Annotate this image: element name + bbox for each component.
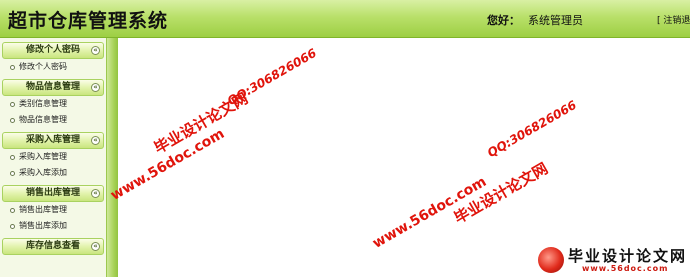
greeting-label: 您好：: [487, 14, 520, 27]
collapse-icon[interactable]: «: [91, 242, 100, 251]
app-window: 超市仓库管理系统 您好： 系统管理员 [ 注销退出 修改个人密码 « 修改个人密…: [0, 0, 690, 277]
logo-url: www.56doc.com: [582, 264, 669, 273]
collapse-icon[interactable]: «: [91, 46, 100, 55]
menu-group-inventory: 库存信息查看 «: [0, 238, 106, 255]
menu-group-goods: 物品信息管理 « 类别信息管理 物品信息管理: [0, 79, 106, 128]
sidebar-item-purchase-management[interactable]: 采购入库管理: [0, 149, 106, 165]
menu-group-header[interactable]: 修改个人密码 «: [2, 42, 104, 59]
collapse-icon[interactable]: «: [91, 189, 100, 198]
collapse-icon[interactable]: «: [91, 136, 100, 145]
menu-group-title: 修改个人密码: [25, 45, 80, 55]
bullet-icon: [10, 118, 15, 123]
main-content-area: [118, 38, 690, 277]
sidebar-item-change-password[interactable]: 修改个人密码: [0, 59, 106, 75]
menu-group-password: 修改个人密码 « 修改个人密码: [0, 42, 106, 75]
app-title: 超市仓库管理系统: [8, 10, 169, 32]
sidebar-item-category-management[interactable]: 类别信息管理: [0, 96, 106, 112]
collapse-icon[interactable]: «: [91, 83, 100, 92]
logo-text: 毕业设计论文网: [568, 247, 688, 265]
menu-group-title: 库存信息查看: [25, 241, 80, 251]
sidebar-splitter[interactable]: [107, 38, 118, 277]
bullet-icon: [10, 102, 15, 107]
user-name: 系统管理员: [528, 14, 583, 27]
bullet-icon: [10, 155, 15, 160]
sidebar-item-label: 类别信息管理: [19, 99, 67, 108]
top-header: 超市仓库管理系统 您好： 系统管理员 [ 注销退出: [0, 0, 690, 38]
sidebar-item-goods-management[interactable]: 物品信息管理: [0, 112, 106, 128]
sidebar-item-purchase-add[interactable]: 采购入库添加: [0, 165, 106, 181]
logo-emblem-icon: [538, 247, 564, 273]
bullet-icon: [10, 171, 15, 176]
sidebar-item-label: 修改个人密码: [19, 62, 67, 71]
logout-link[interactable]: [ 注销退出: [657, 13, 690, 26]
sidebar-item-sales-management[interactable]: 销售出库管理: [0, 202, 106, 218]
sidebar-item-label: 销售出库添加: [19, 221, 67, 230]
menu-group-title: 采购入库管理: [25, 135, 80, 145]
sidebar-item-sales-add[interactable]: 销售出库添加: [0, 218, 106, 234]
sidebar-item-label: 销售出库管理: [19, 205, 67, 214]
bullet-icon: [10, 65, 15, 70]
bullet-icon: [10, 208, 15, 213]
site-logo: 毕业设计论文网 www.56doc.com: [534, 243, 690, 277]
sidebar-item-label: 采购入库管理: [19, 152, 67, 161]
menu-group-title: 物品信息管理: [25, 82, 80, 92]
bullet-icon: [10, 224, 15, 229]
menu-group-header[interactable]: 库存信息查看 «: [2, 238, 104, 255]
menu-group-header[interactable]: 采购入库管理 «: [2, 132, 104, 149]
sidebar-menu: 修改个人密码 « 修改个人密码 物品信息管理 « 类别信息管理 物品信息管理 采…: [0, 38, 107, 277]
sidebar-item-label: 采购入库添加: [19, 168, 67, 177]
menu-group-purchase: 采购入库管理 « 采购入库管理 采购入库添加: [0, 132, 106, 181]
menu-group-header[interactable]: 物品信息管理 «: [2, 79, 104, 96]
menu-group-title: 销售出库管理: [25, 188, 80, 198]
sidebar-item-label: 物品信息管理: [19, 115, 67, 124]
menu-group-sales: 销售出库管理 « 销售出库管理 销售出库添加: [0, 185, 106, 234]
menu-group-header[interactable]: 销售出库管理 «: [2, 185, 104, 202]
